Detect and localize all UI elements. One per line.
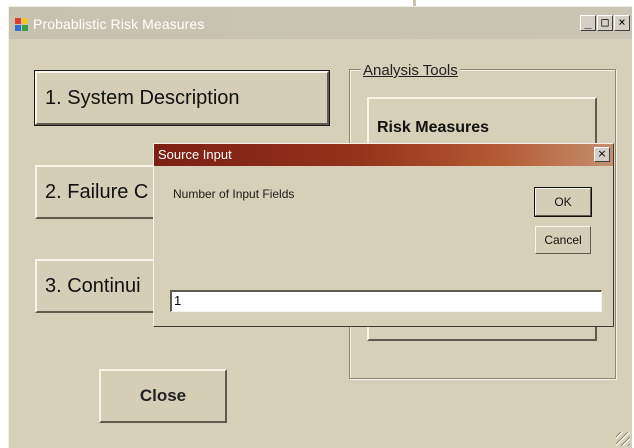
- system-description-button[interactable]: 1. System Description: [34, 70, 330, 126]
- main-titlebar[interactable]: Probablistic Risk Measures _ □ ×: [9, 7, 632, 39]
- window-controls: _ □ ×: [579, 15, 630, 31]
- close-button[interactable]: Close: [99, 369, 227, 423]
- app-icon: [15, 18, 29, 32]
- source-input-dialog: Source Input × Number of Input Fields OK…: [153, 143, 614, 327]
- window-title: Probablistic Risk Measures: [33, 16, 205, 32]
- ok-button[interactable]: OK: [534, 187, 592, 217]
- input-fields-count-field[interactable]: 1: [170, 290, 602, 312]
- dialog-title: Source Input: [158, 147, 232, 162]
- minimize-icon[interactable]: _: [580, 15, 596, 31]
- risk-measures-label: Risk Measures: [377, 119, 490, 136]
- analysis-tools-label: Analysis Tools: [361, 62, 460, 79]
- dialog-titlebar[interactable]: Source Input ×: [154, 144, 613, 166]
- resize-grip-icon[interactable]: [616, 432, 630, 446]
- dialog-close-icon[interactable]: ×: [594, 147, 610, 162]
- cancel-button[interactable]: Cancel: [535, 226, 591, 254]
- dialog-prompt: Number of Input Fields: [173, 187, 295, 201]
- close-window-icon[interactable]: ×: [614, 15, 630, 31]
- maximize-icon[interactable]: □: [597, 15, 613, 31]
